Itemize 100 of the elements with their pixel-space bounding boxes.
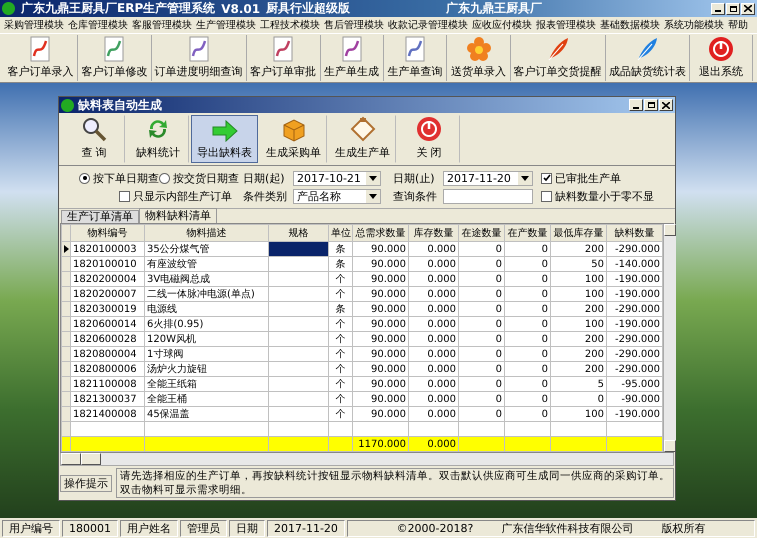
toolbar-button[interactable]: 生成生产单 bbox=[329, 115, 396, 163]
table-cell: 0 bbox=[504, 272, 550, 286]
toolbar-button[interactable]: 成品缺货统计表 bbox=[606, 35, 690, 81]
menu-item[interactable]: 售后管理模块 bbox=[322, 18, 386, 32]
table-cell: 0.000 bbox=[408, 272, 458, 286]
column-header[interactable]: 库存数量 bbox=[408, 224, 458, 242]
toolbar-button[interactable]: 生产单生成 bbox=[320, 35, 384, 81]
toolbar-button[interactable]: 客户订单修改 bbox=[78, 35, 152, 81]
table-cell bbox=[268, 316, 328, 332]
table-cell: 90.000 bbox=[352, 256, 408, 272]
toolbar-button[interactable]: 客户订单录入 bbox=[4, 35, 78, 81]
table-cell bbox=[268, 302, 328, 316]
table-cell: 1820100010 bbox=[70, 256, 144, 272]
menu-item[interactable]: 收款记录管理模块 bbox=[386, 18, 470, 32]
date-field[interactable]: 2017-10-21 bbox=[293, 170, 381, 186]
row-header[interactable] bbox=[62, 242, 70, 256]
tab[interactable]: 生产订单清单 bbox=[61, 210, 139, 223]
table-cell: 1820800004 bbox=[70, 346, 144, 362]
column-header[interactable]: 物料描述 bbox=[144, 224, 268, 242]
checkbox[interactable] bbox=[541, 190, 552, 202]
table-cell bbox=[268, 362, 328, 376]
toolbar-button[interactable]: 查 询 bbox=[63, 115, 125, 163]
checkbox[interactable] bbox=[119, 190, 130, 202]
toolbar-button[interactable]: 客户订单审批 bbox=[246, 35, 321, 81]
toolbar-button[interactable]: 生成采购单 bbox=[260, 115, 327, 163]
menu-item[interactable]: 应收应付模块 bbox=[470, 18, 534, 32]
toolbar-button[interactable]: 导出缺料表 bbox=[191, 115, 258, 163]
table-cell: 个 bbox=[328, 286, 352, 302]
table-cell: 0 bbox=[458, 316, 504, 332]
toolbar-button[interactable]: 关 闭 bbox=[398, 115, 460, 163]
tab[interactable]: 物料缺料清单 bbox=[139, 208, 217, 223]
close-button[interactable] bbox=[659, 99, 673, 111]
table-cell: 0 bbox=[458, 332, 504, 346]
table-cell: 0.000 bbox=[408, 302, 458, 316]
table-cell: 100 bbox=[550, 272, 606, 286]
table-cell: 0.000 bbox=[408, 376, 458, 392]
column-header[interactable]: 总需求数量 bbox=[352, 224, 408, 242]
status-value: 2017-11-20 bbox=[267, 520, 345, 536]
input-field[interactable] bbox=[443, 188, 533, 204]
copyright-text: 广东信华软件科技有限公司 bbox=[501, 520, 634, 536]
toolbar-button[interactable]: 生产单查询 bbox=[384, 35, 448, 81]
table-cell: 0 bbox=[458, 406, 504, 422]
table-cell: 0 bbox=[504, 406, 550, 422]
table-cell: 0 bbox=[458, 346, 504, 362]
minimize-button[interactable] bbox=[629, 99, 643, 111]
column-header[interactable]: 缺料数量 bbox=[606, 224, 662, 242]
checkbox-label: 只显示内部生产订单 bbox=[133, 188, 232, 204]
menu-item[interactable]: 仓库管理模块 bbox=[66, 18, 130, 32]
column-header[interactable]: 规格 bbox=[268, 224, 328, 242]
dropdown-button[interactable] bbox=[366, 190, 380, 202]
toolbar-button[interactable]: 客户订单交货提醒 bbox=[510, 35, 606, 81]
copyright-text: ©2000-2018? bbox=[396, 520, 474, 536]
flower-icon bbox=[466, 36, 492, 62]
column-header[interactable]: 在产数量 bbox=[504, 224, 550, 242]
table-cell: 0 bbox=[504, 346, 550, 362]
select-field[interactable]: 产品名称 bbox=[293, 188, 381, 204]
total-cell: 0.000 bbox=[408, 436, 458, 452]
table-cell: 个 bbox=[328, 272, 352, 286]
menu-item[interactable]: 报表管理模块 bbox=[534, 18, 598, 32]
table-cell: 0.000 bbox=[408, 242, 458, 256]
table-cell: 90.000 bbox=[352, 272, 408, 286]
scrollbar[interactable] bbox=[663, 224, 676, 452]
table-cell: 1820600014 bbox=[70, 316, 144, 332]
radio-button[interactable] bbox=[159, 172, 170, 184]
status-label: 日期 bbox=[229, 520, 265, 536]
column-header[interactable]: 单位 bbox=[328, 224, 352, 242]
hint-label: 操作提示 bbox=[60, 474, 112, 492]
table-cell: 电源线 bbox=[144, 302, 268, 316]
column-header[interactable]: 最低库存量 bbox=[550, 224, 606, 242]
menu-item[interactable]: 帮助 bbox=[726, 18, 750, 32]
menu-item[interactable]: 客服管理模块 bbox=[130, 18, 194, 32]
checkbox[interactable] bbox=[541, 172, 552, 184]
radio-button[interactable] bbox=[79, 172, 90, 184]
dropdown-button[interactable] bbox=[518, 172, 532, 184]
power-icon bbox=[708, 36, 734, 62]
menu-item[interactable]: 系统功能模块 bbox=[662, 18, 726, 32]
table-cell: 个 bbox=[328, 376, 352, 392]
menu-item[interactable]: 采购管理模块 bbox=[2, 18, 66, 32]
table-cell: 0 bbox=[458, 392, 504, 406]
maximize-button[interactable] bbox=[644, 99, 658, 111]
column-header[interactable]: 物料编号 bbox=[70, 224, 144, 242]
toolbar-button[interactable]: 退出系统 bbox=[690, 35, 753, 81]
table-cell bbox=[268, 286, 328, 302]
menu-item[interactable]: 基础数据模块 bbox=[598, 18, 662, 32]
column-header[interactable]: 在途数量 bbox=[458, 224, 504, 242]
table-cell: 0.000 bbox=[408, 406, 458, 422]
table-cell: 0 bbox=[458, 376, 504, 392]
close-button[interactable] bbox=[741, 2, 755, 14]
menu-item[interactable]: 生产管理模块 bbox=[194, 18, 258, 32]
edition-text: 厨具行业超级版 bbox=[266, 0, 350, 17]
menu-item[interactable]: 工程技术模块 bbox=[258, 18, 322, 32]
toolbar-button[interactable]: 缺料统计 bbox=[127, 115, 189, 163]
minimize-button[interactable] bbox=[711, 2, 725, 14]
table-cell: 0 bbox=[458, 256, 504, 272]
toolbar-button[interactable]: 订单进度明细查询 bbox=[152, 35, 247, 81]
dropdown-button[interactable] bbox=[366, 172, 380, 184]
toolbar-button[interactable]: 送货单录入 bbox=[447, 35, 511, 81]
date-field[interactable]: 2017-11-20 bbox=[443, 170, 533, 186]
scrollbar[interactable] bbox=[60, 453, 674, 466]
maximize-button[interactable] bbox=[726, 2, 740, 14]
